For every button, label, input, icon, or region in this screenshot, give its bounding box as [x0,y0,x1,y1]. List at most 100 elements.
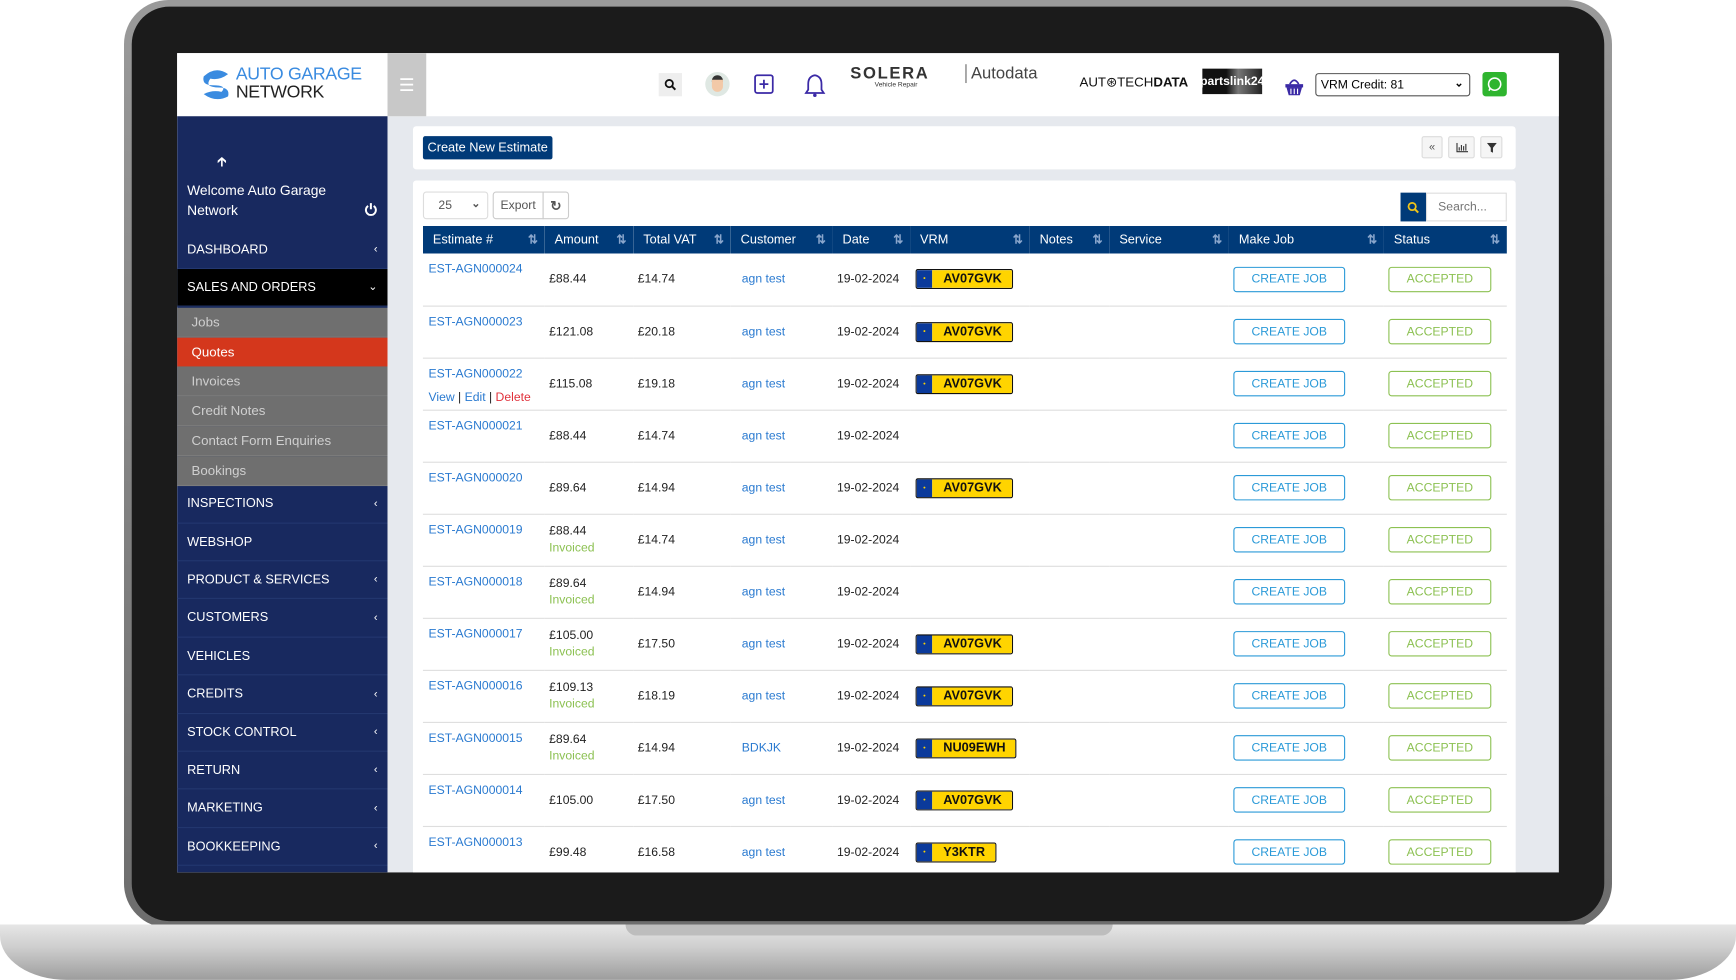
column-header-make-job[interactable]: Make Job ⇅ [1228,225,1384,254]
sort-icon[interactable]: ⇅ [1212,232,1222,247]
column-header-status[interactable]: Status ⇅ [1383,225,1507,254]
sidebar-item-marketing[interactable]: MARKETING ‹ [177,790,388,828]
estimate-link[interactable]: EST-AGN000023 [428,315,522,328]
basket-icon[interactable] [1284,77,1304,96]
estimate-link[interactable]: EST-AGN000018 [428,575,522,588]
arrow-up-icon[interactable]: 🡱 [217,152,227,175]
sidebar-item-stock-control[interactable]: STOCK CONTROL ‹ [177,714,388,752]
create-job-button[interactable]: CREATE JOB [1233,735,1346,761]
status-badge[interactable]: ACCEPTED [1388,474,1492,501]
sort-icon[interactable]: ⇅ [816,232,826,247]
sidebar-item-inspections[interactable]: INSPECTIONS ‹ [177,486,388,524]
column-header-date[interactable]: Date ⇅ [832,225,911,254]
avatar[interactable] [705,71,730,97]
estimate-link[interactable]: EST-AGN000014 [428,783,522,796]
sidebar-item-webshop[interactable]: WEBSHOP [177,524,388,562]
number-plate[interactable]: • AV07GVK [915,685,1013,706]
sidebar-item-product-services[interactable]: PRODUCT & SERVICES ‹ [177,562,388,600]
customer-link[interactable]: agn test [742,533,785,546]
sort-icon[interactable]: ⇅ [1490,232,1500,247]
customer-link[interactable]: agn test [742,793,785,806]
sidebar-subitem-quotes[interactable]: Quotes [177,337,388,368]
column-header-total-vat[interactable]: Total VAT ⇅ [633,225,731,254]
create-job-button[interactable]: CREATE JOB [1233,787,1346,813]
create-job-button[interactable]: CREATE JOB [1233,370,1346,397]
status-badge[interactable]: ACCEPTED [1388,683,1492,709]
create-job-button[interactable]: CREATE JOB [1233,631,1346,657]
sort-icon[interactable]: ⇅ [528,232,538,247]
sort-icon[interactable]: ⇅ [714,232,724,247]
customer-link[interactable]: agn test [742,273,785,286]
customer-link[interactable]: BDKJK [742,741,781,754]
number-plate[interactable]: • AV07GVK [915,633,1013,654]
edit-link[interactable]: Edit [465,390,486,403]
sidebar-subitem-bookings[interactable]: Bookings [177,455,388,486]
customer-link[interactable]: agn test [742,585,785,598]
customer-link[interactable]: agn test [742,377,785,390]
create-job-button[interactable]: CREATE JOB [1233,526,1346,553]
number-plate[interactable]: • AV07GVK [915,477,1013,498]
search-input[interactable] [1425,192,1507,222]
status-badge[interactable]: ACCEPTED [1388,318,1492,345]
status-badge[interactable]: ACCEPTED [1388,422,1492,449]
estimate-link[interactable]: EST-AGN000019 [428,523,522,536]
status-badge[interactable]: ACCEPTED [1388,266,1492,293]
sidebar-subitem-credit-notes[interactable]: Credit Notes [177,396,388,427]
search-button[interactable] [658,73,682,97]
number-plate[interactable]: • AV07GVK [915,321,1013,342]
vrm-credit-select[interactable]: VRM Credit: 81 ⌄ [1315,73,1471,97]
status-badge[interactable]: ACCEPTED [1388,839,1492,865]
number-plate[interactable]: • Y3KTR [915,841,997,862]
power-icon[interactable] [364,203,377,216]
estimate-link[interactable]: EST-AGN000013 [428,835,522,848]
filter-icon[interactable] [1480,136,1503,159]
solera-autodata-logo[interactable]: SOLERA Vehicle Repair Autodata [850,64,1049,93]
sidebar-item-bookkeeping[interactable]: BOOKKEEPING ‹ [177,828,388,866]
chart-icon[interactable] [1448,136,1475,159]
status-badge[interactable]: ACCEPTED [1388,735,1492,761]
menu-toggle-button[interactable]: ☰ [387,53,427,117]
customer-link[interactable]: agn test [742,689,785,702]
column-header-amount[interactable]: Amount ⇅ [544,225,634,254]
estimate-link[interactable]: EST-AGN000020 [428,471,522,484]
whatsapp-button[interactable] [1482,71,1507,97]
view-link[interactable]: View [428,390,454,403]
customer-link[interactable]: agn test [742,845,785,858]
column-header-estimate[interactable]: Estimate # ⇅ [422,225,545,254]
column-header-notes[interactable]: Notes ⇅ [1029,225,1110,254]
estimate-link[interactable]: EST-AGN000015 [428,731,522,744]
autotechdata-logo[interactable]: AUT⊛TECHDATA [1079,74,1188,89]
sidebar-item-return[interactable]: RETURN ‹ [177,752,388,790]
plus-square-icon[interactable] [754,74,774,94]
estimate-link[interactable]: EST-AGN000021 [428,419,522,432]
sort-icon[interactable]: ⇅ [893,232,903,247]
customer-link[interactable]: agn test [742,637,785,650]
bell-icon[interactable] [803,73,827,97]
sidebar-item-vehicles[interactable]: VEHICLES [177,638,388,676]
status-badge[interactable]: ACCEPTED [1388,579,1492,605]
customer-link[interactable]: agn test [742,429,785,442]
sidebar-item-customers[interactable]: CUSTOMERS ‹ [177,600,388,638]
create-job-button[interactable]: CREATE JOB [1233,683,1346,709]
number-plate[interactable]: • AV07GVK [915,373,1013,394]
refresh-icon[interactable]: ↻ [542,191,570,220]
create-job-button[interactable]: CREATE JOB [1233,266,1346,293]
create-job-button[interactable]: CREATE JOB [1233,579,1346,605]
number-plate[interactable]: • AV07GVK [915,789,1013,810]
status-badge[interactable]: ACCEPTED [1388,631,1492,657]
status-badge[interactable]: ACCEPTED [1388,787,1492,813]
sort-icon[interactable]: ⇅ [1367,232,1377,247]
sidebar-item-sales-and-orders[interactable]: SALES AND ORDERS ⌄ [177,269,388,308]
status-badge[interactable]: ACCEPTED [1388,526,1492,553]
partslink24-logo[interactable]: partslink24 [1200,68,1264,95]
sidebar-subitem-jobs[interactable]: Jobs [177,307,388,338]
sidebar-subitem-invoices[interactable]: Invoices [177,366,388,397]
create-job-button[interactable]: CREATE JOB [1233,839,1346,865]
sort-icon[interactable]: ⇅ [1093,232,1103,247]
create-job-button[interactable]: CREATE JOB [1233,474,1346,501]
export-button[interactable]: Export [492,191,544,220]
column-header-customer[interactable]: Customer ⇅ [730,225,833,254]
collapse-icon[interactable]: « [1421,136,1443,159]
column-header-vrm[interactable]: VRM ⇅ [910,225,1030,254]
status-badge[interactable]: ACCEPTED [1388,370,1492,397]
